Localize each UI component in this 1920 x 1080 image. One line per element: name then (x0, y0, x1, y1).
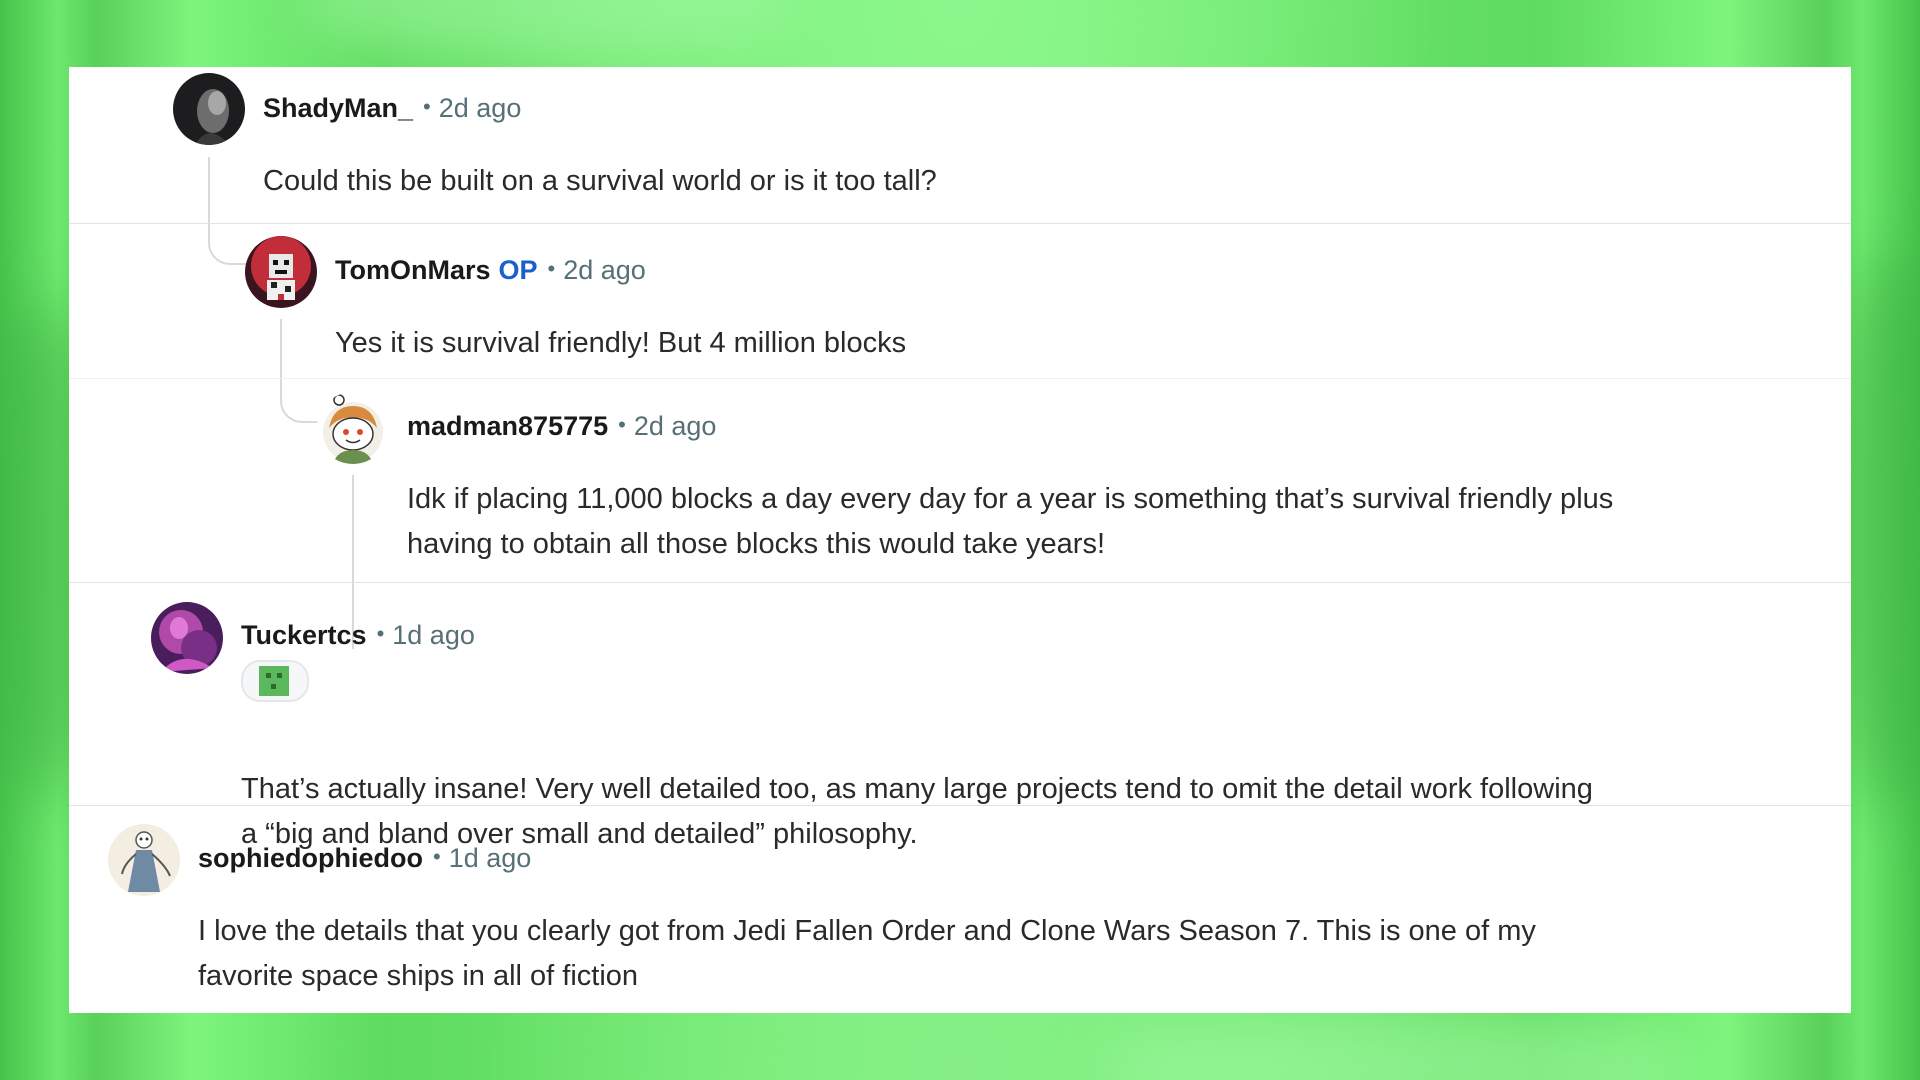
thread-connector (208, 197, 246, 265)
separator-dot: • (423, 94, 431, 119)
comment-body: Could this be built on a survival world … (263, 165, 937, 197)
timestamp[interactable]: 1d ago (392, 620, 475, 650)
comment-meta: ShadyMan_ • 2d ago (263, 91, 521, 127)
sketch-figure-avatar-icon (108, 824, 180, 896)
green-block-flair-icon (259, 666, 289, 696)
separator-dot: • (618, 412, 626, 437)
dark-portrait-avatar-icon (173, 73, 245, 145)
comment-body-line: having to obtain all those blocks this w… (407, 528, 1106, 560)
divider (69, 223, 1851, 224)
comment-meta: madman875775 • 2d ago (407, 409, 716, 445)
timestamp[interactable]: 1d ago (449, 843, 532, 873)
separator-dot: • (547, 256, 556, 281)
avatar-tomonmars[interactable] (245, 236, 317, 308)
username[interactable]: sophiedophiedoo (198, 843, 423, 873)
avatar-tuckertcs[interactable] (151, 602, 223, 674)
avatar-shadyman[interactable] (173, 73, 245, 145)
op-badge: OP (498, 255, 538, 285)
separator-dot: • (432, 844, 441, 869)
username[interactable]: Tuckertcs (241, 620, 367, 650)
user-flair (241, 660, 309, 702)
comment-meta: TomOnMars OP • 2d ago (335, 253, 646, 289)
comment-body: Idk if placing 11,000 blocks a day every… (407, 477, 1613, 567)
timestamp[interactable]: 2d ago (634, 411, 717, 441)
avatar-madman875775[interactable] (317, 392, 389, 464)
username[interactable]: madman875775 (407, 411, 608, 441)
snoo-avatar-icon (317, 392, 389, 464)
divider (69, 582, 1851, 583)
divider (69, 378, 1851, 379)
background-blotch (300, 0, 800, 60)
background-blotch (1100, 1010, 1700, 1080)
comment-body-line: favorite space ships in all of fiction (198, 960, 639, 992)
comment-body: Yes it is survival friendly! But 4 milli… (335, 327, 907, 359)
purple-art-avatar-icon (151, 602, 223, 674)
divider (69, 805, 1851, 806)
timestamp[interactable]: 2d ago (563, 255, 646, 285)
thread-connector (280, 353, 318, 423)
separator-dot: • (376, 621, 385, 646)
avatar-sophiedophiedoo[interactable] (108, 824, 180, 896)
comment-body-line: I love the details that you clearly got … (198, 915, 1536, 947)
comment-body: I love the details that you clearly got … (198, 909, 1536, 999)
username[interactable]: ShadyMan_ (263, 93, 413, 123)
red-pixel-avatar-icon (245, 236, 317, 308)
username[interactable]: TomOnMars (335, 255, 491, 285)
comments-panel: ShadyMan_ • 2d ago Could this be built on … (69, 67, 1851, 1013)
timestamp[interactable]: 2d ago (439, 93, 522, 123)
comment-meta: sophiedophiedoo • 1d ago (198, 841, 531, 877)
comment-meta: Tuckertcs • 1d ago (241, 618, 475, 654)
comment-body-line: Idk if placing 11,000 blocks a day every… (407, 483, 1614, 515)
